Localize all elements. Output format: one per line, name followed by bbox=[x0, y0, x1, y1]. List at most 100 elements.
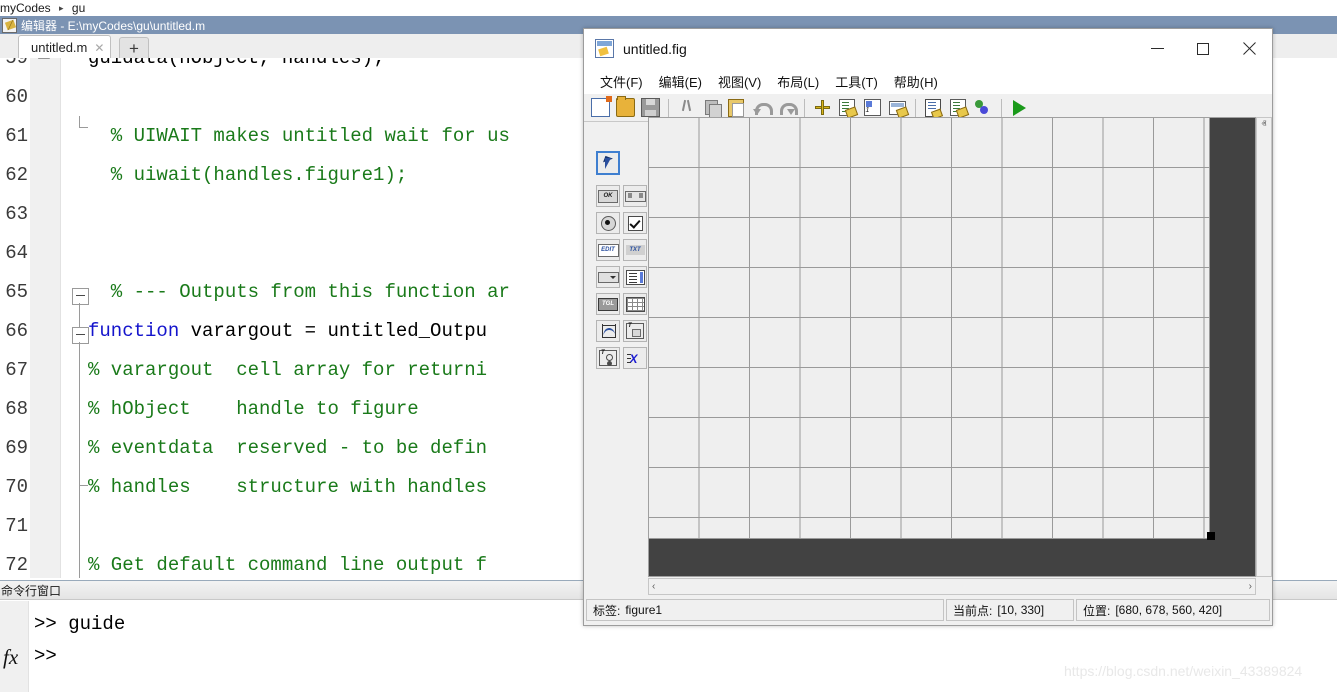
minimize-button[interactable] bbox=[1134, 29, 1180, 68]
palette-slider[interactable] bbox=[623, 185, 647, 207]
line-number: 70 bbox=[0, 468, 28, 507]
line-number: 60 bbox=[0, 78, 28, 117]
undo-button[interactable] bbox=[749, 96, 773, 120]
toolbar-editor-button[interactable] bbox=[885, 96, 909, 120]
executable-line-marker[interactable]: — bbox=[36, 58, 52, 78]
code-text: % uiwait(handles.figure1); bbox=[88, 156, 407, 195]
palette-toggle-button[interactable]: TGL bbox=[596, 293, 620, 315]
code-text: % hObject handle to figure bbox=[88, 390, 419, 429]
separator-4 bbox=[1001, 99, 1002, 117]
palette-radio-button[interactable] bbox=[596, 212, 620, 234]
paste-icon bbox=[728, 99, 744, 117]
canvas-horizontal-scrollbar[interactable]: ‹ › bbox=[648, 578, 1256, 595]
save-figure-icon bbox=[641, 98, 660, 117]
scroll-right-icon[interactable]: › bbox=[1249, 581, 1252, 593]
object-browser-button[interactable] bbox=[971, 96, 995, 120]
editor-icon bbox=[2, 18, 17, 33]
breadcrumb-item-gu[interactable]: gu bbox=[72, 0, 85, 16]
component-palette: OK EDIT TXT TGL bbox=[588, 125, 644, 607]
palette-activex-control[interactable] bbox=[623, 347, 647, 369]
copy-icon bbox=[705, 100, 718, 115]
figure-resize-handle[interactable] bbox=[1207, 532, 1215, 540]
pop-up-menu-icon bbox=[598, 272, 619, 283]
align-objects-icon bbox=[815, 100, 830, 115]
palette-check-box[interactable] bbox=[623, 212, 647, 234]
line-number: 66 bbox=[0, 312, 28, 351]
line-number: 72 bbox=[0, 546, 28, 578]
guide-titlebar[interactable]: untitled.fig bbox=[584, 29, 1272, 68]
status-tag-value: figure1 bbox=[625, 603, 662, 617]
run-figure-icon bbox=[1013, 100, 1026, 116]
palette-pop-up-menu[interactable] bbox=[596, 266, 620, 288]
undo-icon bbox=[753, 101, 770, 115]
run-figure-button[interactable] bbox=[1007, 96, 1031, 120]
line-number: 61 bbox=[0, 117, 28, 156]
copy-button[interactable] bbox=[699, 96, 723, 120]
status-current-point: 当前点: [10, 330] bbox=[946, 599, 1074, 621]
menu-view[interactable]: 视图(V) bbox=[710, 70, 769, 93]
line-number: 63 bbox=[0, 195, 28, 234]
line-number: 62 bbox=[0, 156, 28, 195]
close-button[interactable] bbox=[1226, 29, 1272, 68]
layout-canvas[interactable] bbox=[648, 117, 1256, 577]
paste-button[interactable] bbox=[724, 96, 748, 120]
scroll-left-icon[interactable]: ‹ bbox=[652, 581, 655, 593]
fx-icon[interactable]: fx bbox=[3, 645, 18, 670]
table-icon bbox=[626, 297, 645, 312]
button-group-icon bbox=[599, 350, 617, 366]
separator-3 bbox=[915, 99, 916, 117]
new-figure-button[interactable] bbox=[588, 96, 612, 120]
palette-table[interactable] bbox=[623, 293, 647, 315]
guide-window-title: untitled.fig bbox=[623, 41, 687, 57]
tab-order-editor-button[interactable] bbox=[860, 96, 884, 120]
tab-label: untitled.m bbox=[31, 40, 87, 55]
palette-panel[interactable] bbox=[623, 320, 647, 342]
menu-file[interactable]: 文件(F) bbox=[592, 70, 651, 93]
tab-order-editor-icon bbox=[864, 99, 881, 116]
palette-button-group[interactable] bbox=[596, 347, 620, 369]
palette-push-button[interactable]: OK bbox=[596, 185, 620, 207]
code-text: % --- Outputs from this function ar bbox=[88, 273, 510, 312]
menu-tools[interactable]: 工具(T) bbox=[827, 70, 886, 93]
guide-layout-editor-window[interactable]: untitled.fig 文件(F) 编辑(E) 视图(V) 布局(L) 工具(T) 帮助… bbox=[583, 28, 1273, 626]
palette-axes[interactable] bbox=[596, 320, 620, 342]
code-text: % handles structure with handles bbox=[88, 468, 487, 507]
cut-button[interactable] bbox=[674, 96, 698, 120]
open-figure-button[interactable] bbox=[613, 96, 637, 120]
new-tab-button[interactable]: + bbox=[119, 37, 149, 59]
menu-edit[interactable]: 编辑(E) bbox=[651, 70, 710, 93]
figure-design-area[interactable] bbox=[649, 118, 1210, 539]
save-figure-button[interactable] bbox=[638, 96, 662, 120]
separator-2 bbox=[804, 99, 805, 117]
palette-static-text[interactable]: TXT bbox=[623, 239, 647, 261]
scroll-up-icon[interactable]: ⱏ bbox=[1262, 118, 1267, 132]
m-file-editor-button[interactable] bbox=[921, 96, 945, 120]
watermark-text: https://blog.csdn.net/weixin_43389824 bbox=[1064, 663, 1302, 679]
code-text: function varargout = untitled_Outpu bbox=[88, 312, 487, 351]
menu-help[interactable]: 帮助(H) bbox=[886, 70, 946, 93]
code-text: % Get default command line output f bbox=[88, 546, 487, 578]
code-text: % varargout cell array for returni bbox=[88, 351, 487, 390]
align-objects-button[interactable] bbox=[810, 96, 834, 120]
palette-listbox[interactable] bbox=[623, 266, 647, 288]
redo-button[interactable] bbox=[774, 96, 798, 120]
line-number: 59 bbox=[0, 58, 28, 78]
palette-edit-text[interactable]: EDIT bbox=[596, 239, 620, 261]
maximize-button[interactable] bbox=[1180, 29, 1226, 68]
status-tag-label: 标签: bbox=[593, 602, 620, 619]
tab-untitled-m[interactable]: untitled.m ✕ bbox=[18, 35, 111, 60]
line-number: 64 bbox=[0, 234, 28, 273]
close-icon[interactable]: ✕ bbox=[94, 42, 104, 54]
axes-icon bbox=[600, 324, 617, 338]
menu-layout[interactable]: 布局(L) bbox=[769, 70, 827, 93]
command-prompt[interactable]: >> bbox=[34, 645, 57, 667]
menu-editor-button[interactable] bbox=[835, 96, 859, 120]
line-number: 69 bbox=[0, 429, 28, 468]
redo-icon bbox=[778, 101, 795, 115]
breadcrumb-item-mycodes[interactable]: myCodes bbox=[0, 0, 51, 16]
palette-select-tool[interactable] bbox=[596, 151, 620, 175]
toolbar-editor-icon bbox=[889, 101, 906, 115]
property-inspector-button[interactable] bbox=[946, 96, 970, 120]
canvas-vertical-scrollbar[interactable]: ⱏ ⱟ bbox=[1256, 117, 1272, 577]
static-text-icon: TXT bbox=[626, 245, 645, 255]
